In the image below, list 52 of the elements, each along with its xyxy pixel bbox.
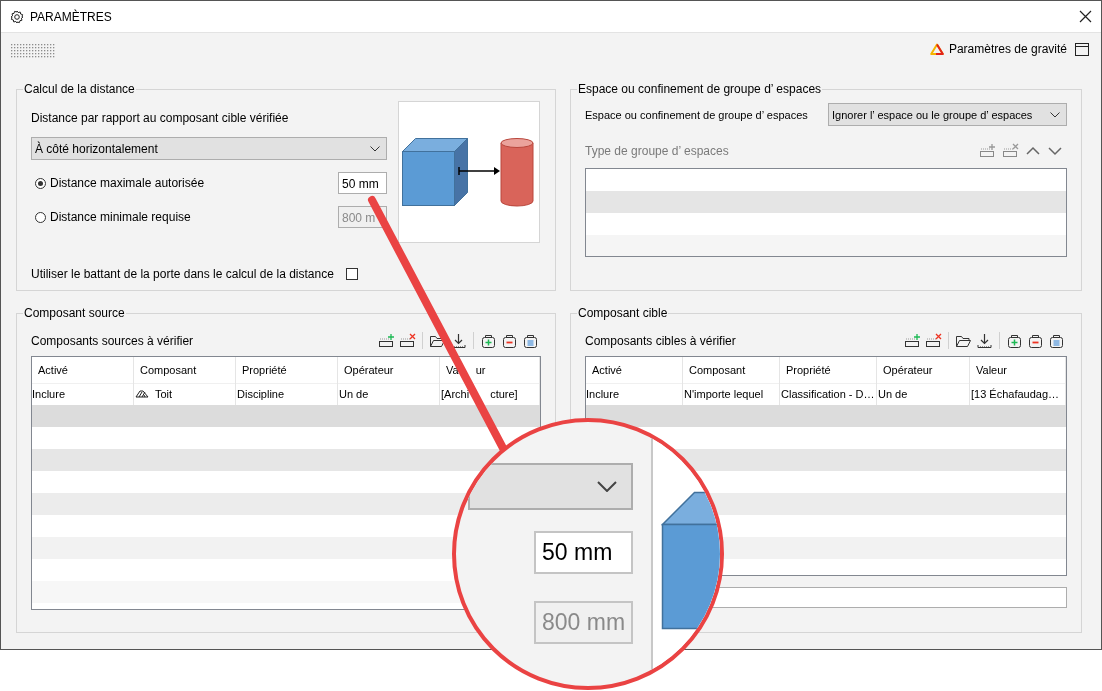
column-header[interactable]: Activé: [32, 357, 134, 384]
delete-row-icon[interactable]: [925, 332, 942, 349]
column-header[interactable]: Activé: [586, 357, 683, 384]
bag-list-icon[interactable]: [1048, 332, 1065, 349]
group-title: Calcul de la distance: [23, 82, 136, 96]
group-title: Espace ou confinement de groupe d’ espaces: [577, 82, 823, 96]
checkbox[interactable]: [345, 268, 358, 280]
chevron-down-icon: [1050, 111, 1060, 118]
space-type-list[interactable]: [585, 168, 1067, 257]
add-row-icon[interactable]: [378, 332, 395, 349]
window-title: PARAMÈTRES: [30, 9, 113, 24]
source-components-table[interactable]: Activé Composant Propriété Opérateur Va ur Inclure Toit Discipline Un de [Archi cture]: [31, 356, 541, 610]
field-label: Espace ou confinement de groupe d’ espaces: [585, 108, 808, 121]
distance-field[interactable]: 50 mm: [338, 172, 387, 194]
group-title: Composant cible: [577, 306, 669, 320]
column-header[interactable]: Opérateur: [338, 357, 440, 384]
column-header[interactable]: Propriété: [780, 357, 877, 384]
column-header[interactable]: Valeur: [970, 357, 1066, 384]
column-header[interactable]: Va ur: [440, 357, 540, 384]
roof-icon: [135, 389, 149, 399]
close-icon[interactable]: [1079, 10, 1092, 23]
window-icon[interactable]: [1075, 42, 1089, 56]
gear-icon: [10, 9, 24, 24]
radio-button[interactable]: [35, 177, 46, 189]
distance-mode-dropdown[interactable]: À côté horizontalement: [31, 137, 387, 160]
add-row-icon[interactable]: [904, 332, 921, 349]
checkbox-label[interactable]: Utiliser le battant de la porte dans le calcul de la distance: [31, 267, 334, 281]
radio-label[interactable]: Distance maximale autorisée: [50, 176, 338, 190]
chevron-down-icon: [597, 481, 617, 492]
bag-plus-icon[interactable]: [480, 332, 497, 349]
bag-list-icon[interactable]: [522, 332, 539, 349]
bag-minus-icon[interactable]: [501, 332, 518, 349]
field-label: Composants sources à vérifier: [31, 333, 194, 348]
column-header[interactable]: Opérateur: [877, 357, 970, 384]
field-label: Composants cibles à vérifier: [585, 333, 736, 348]
warning-triangle-icon: [929, 43, 944, 55]
grip-icon[interactable]: [10, 43, 56, 58]
severity-settings-button[interactable]: Paramètres de gravité: [929, 42, 1067, 56]
download-icon[interactable]: [976, 332, 993, 349]
distance-field: 800 mm: [534, 601, 633, 644]
column-header[interactable]: Composant: [134, 357, 236, 384]
delete-row-icon[interactable]: [399, 332, 416, 349]
distance-field: 50 mm: [534, 531, 633, 574]
bag-minus-icon[interactable]: [1027, 332, 1044, 349]
space-dropdown[interactable]: Ignorer l’ espace ou le groupe d’ espaces: [828, 103, 1067, 126]
chevron-down-icon: [370, 145, 380, 152]
bag-plus-icon[interactable]: [1006, 332, 1023, 349]
list-label: Type de groupe d’ espaces: [585, 144, 729, 158]
field-label: Distance par rapport au composant cible vérifiée: [31, 111, 290, 125]
group-title: Composant source: [23, 306, 126, 320]
column-header[interactable]: Propriété: [236, 357, 338, 384]
column-header[interactable]: Composant: [683, 357, 780, 384]
